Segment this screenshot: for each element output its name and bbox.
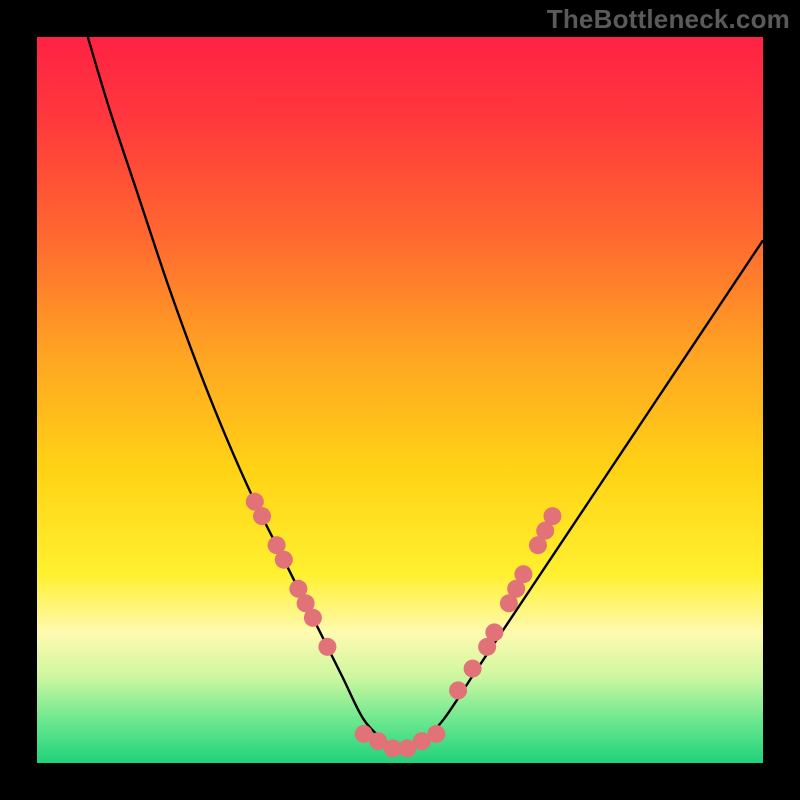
data-marker — [449, 681, 467, 699]
data-marker — [543, 507, 561, 525]
data-marker — [427, 725, 445, 743]
data-marker — [464, 660, 482, 678]
data-marker — [318, 638, 336, 656]
data-marker — [514, 565, 532, 583]
chart-svg — [37, 37, 763, 763]
data-marker — [304, 609, 322, 627]
chart-frame: TheBottleneck.com — [0, 0, 800, 800]
gradient-background — [37, 37, 763, 763]
watermark-text: TheBottleneck.com — [547, 4, 790, 35]
plot-area — [37, 37, 763, 763]
data-marker — [485, 623, 503, 641]
data-marker — [253, 507, 271, 525]
data-marker — [275, 551, 293, 569]
